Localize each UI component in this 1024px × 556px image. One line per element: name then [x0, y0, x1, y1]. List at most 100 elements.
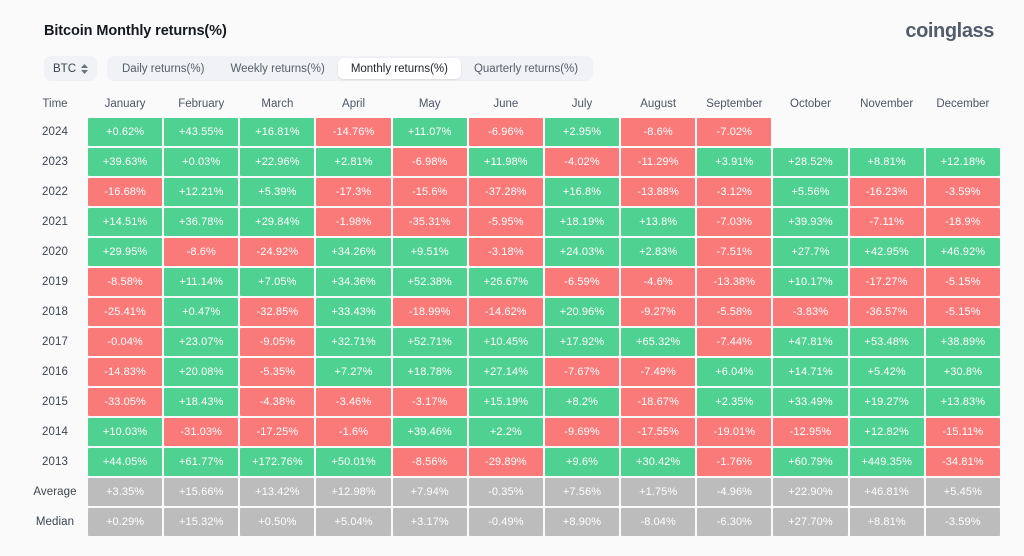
return-cell[interactable]: -11.29%	[621, 148, 696, 176]
return-cell[interactable]: +5.39%	[240, 178, 315, 206]
return-cell[interactable]: -9.69%	[544, 418, 620, 446]
return-cell[interactable]: +39.63%	[88, 148, 163, 176]
return-cell[interactable]: +11.14%	[164, 268, 239, 296]
return-cell[interactable]: -7.51%	[697, 238, 772, 266]
return-cell[interactable]: +5.56%	[773, 178, 848, 206]
return-cell[interactable]: +34.26%	[316, 238, 391, 266]
return-cell[interactable]: +10.03%	[88, 418, 163, 446]
return-cell[interactable]: -8.04%	[621, 508, 696, 536]
return-cell[interactable]: +8.81%	[849, 508, 924, 536]
return-cell[interactable]: -37.28%	[468, 178, 543, 206]
return-cell[interactable]: -1.76%	[697, 448, 772, 476]
return-cell[interactable]: +7.56%	[544, 478, 620, 506]
return-cell[interactable]: +19.27%	[849, 388, 924, 416]
return-cell[interactable]: +61.77%	[164, 448, 239, 476]
return-cell[interactable]: +17.92%	[544, 328, 620, 356]
return-cell[interactable]: -9.27%	[621, 298, 696, 326]
return-cell[interactable]: -3.46%	[316, 388, 391, 416]
return-cell[interactable]: -12.95%	[773, 418, 848, 446]
return-cell[interactable]: +29.84%	[240, 208, 315, 236]
return-cell[interactable]: +15.19%	[468, 388, 543, 416]
return-cell[interactable]: +3.35%	[88, 478, 163, 506]
return-cell[interactable]: +27.70%	[773, 508, 848, 536]
return-cell[interactable]: +0.03%	[164, 148, 239, 176]
return-cell[interactable]: +5.04%	[316, 508, 391, 536]
return-cell[interactable]: -17.3%	[316, 178, 391, 206]
return-cell[interactable]: -8.6%	[621, 118, 696, 146]
return-cell[interactable]: -31.03%	[164, 418, 239, 446]
return-cell[interactable]: -4.96%	[697, 478, 772, 506]
return-cell[interactable]: -3.59%	[925, 178, 1000, 206]
return-cell[interactable]: +26.67%	[468, 268, 543, 296]
return-cell[interactable]: -35.31%	[392, 208, 467, 236]
return-cell[interactable]: +65.32%	[621, 328, 696, 356]
return-cell[interactable]: +29.95%	[88, 238, 163, 266]
tab-weekly-returns[interactable]: Weekly returns(%)	[217, 58, 337, 79]
return-cell[interactable]: +22.90%	[773, 478, 848, 506]
return-cell[interactable]: -3.18%	[468, 238, 543, 266]
symbol-selector[interactable]: BTC	[44, 56, 97, 81]
return-cell[interactable]: +0.29%	[88, 508, 163, 536]
return-cell[interactable]: -13.38%	[697, 268, 772, 296]
return-cell[interactable]: -9.05%	[240, 328, 315, 356]
return-cell[interactable]: -15.6%	[392, 178, 467, 206]
return-cell[interactable]: +10.45%	[468, 328, 543, 356]
return-cell[interactable]: +39.46%	[392, 418, 467, 446]
return-cell[interactable]: +34.36%	[316, 268, 391, 296]
return-cell[interactable]: -0.35%	[468, 478, 543, 506]
return-cell[interactable]: +5.45%	[925, 478, 1000, 506]
return-cell[interactable]: +13.8%	[621, 208, 696, 236]
return-cell[interactable]: +30.42%	[621, 448, 696, 476]
return-cell[interactable]: -36.57%	[849, 298, 924, 326]
return-cell[interactable]: +10.17%	[773, 268, 848, 296]
return-cell[interactable]: -7.03%	[697, 208, 772, 236]
return-cell[interactable]: -3.83%	[773, 298, 848, 326]
return-cell[interactable]: -14.76%	[316, 118, 391, 146]
return-cell[interactable]: -14.83%	[88, 358, 163, 386]
return-cell[interactable]: +42.95%	[849, 238, 924, 266]
return-cell[interactable]: +28.52%	[773, 148, 848, 176]
return-cell[interactable]: +2.95%	[544, 118, 620, 146]
return-cell[interactable]: +11.07%	[392, 118, 467, 146]
return-cell[interactable]: -7.67%	[544, 358, 620, 386]
return-cell[interactable]: -25.41%	[88, 298, 163, 326]
return-cell[interactable]: -4.38%	[240, 388, 315, 416]
return-cell[interactable]: -6.59%	[544, 268, 620, 296]
return-cell[interactable]: +6.04%	[697, 358, 772, 386]
return-cell[interactable]: -1.6%	[316, 418, 391, 446]
return-cell[interactable]: +12.98%	[316, 478, 391, 506]
return-cell[interactable]: +12.18%	[925, 148, 1000, 176]
return-cell[interactable]: +0.47%	[164, 298, 239, 326]
return-cell[interactable]: -18.99%	[392, 298, 467, 326]
return-cell[interactable]: -4.02%	[544, 148, 620, 176]
return-cell[interactable]: +33.49%	[773, 388, 848, 416]
return-cell[interactable]: +2.35%	[697, 388, 772, 416]
return-cell[interactable]: +18.78%	[392, 358, 467, 386]
return-cell[interactable]: -33.05%	[88, 388, 163, 416]
return-cell[interactable]: +46.92%	[925, 238, 1000, 266]
return-cell[interactable]: +18.43%	[164, 388, 239, 416]
return-cell[interactable]: -7.49%	[621, 358, 696, 386]
return-cell[interactable]: -8.58%	[88, 268, 163, 296]
return-cell[interactable]: +11.98%	[468, 148, 543, 176]
return-cell[interactable]: +7.94%	[392, 478, 467, 506]
return-cell[interactable]: +15.32%	[164, 508, 239, 536]
return-cell[interactable]: +5.42%	[849, 358, 924, 386]
return-cell[interactable]: +43.55%	[164, 118, 239, 146]
return-cell[interactable]: -8.56%	[392, 448, 467, 476]
return-cell[interactable]: -34.81%	[925, 448, 1000, 476]
return-cell[interactable]: -18.67%	[621, 388, 696, 416]
return-cell[interactable]: +53.48%	[849, 328, 924, 356]
return-cell[interactable]: +47.81%	[773, 328, 848, 356]
return-cell[interactable]: +27.7%	[773, 238, 848, 266]
return-cell[interactable]: +38.89%	[925, 328, 1000, 356]
return-cell[interactable]: -29.89%	[468, 448, 543, 476]
return-cell[interactable]: -14.62%	[468, 298, 543, 326]
return-cell[interactable]: -19.01%	[697, 418, 772, 446]
return-cell[interactable]: +50.01%	[316, 448, 391, 476]
tab-quarterly-returns[interactable]: Quarterly returns(%)	[461, 58, 591, 79]
return-cell[interactable]: +27.14%	[468, 358, 543, 386]
return-cell[interactable]: +449.35%	[849, 448, 924, 476]
return-cell[interactable]: -18.9%	[925, 208, 1000, 236]
return-cell[interactable]: +23.07%	[164, 328, 239, 356]
